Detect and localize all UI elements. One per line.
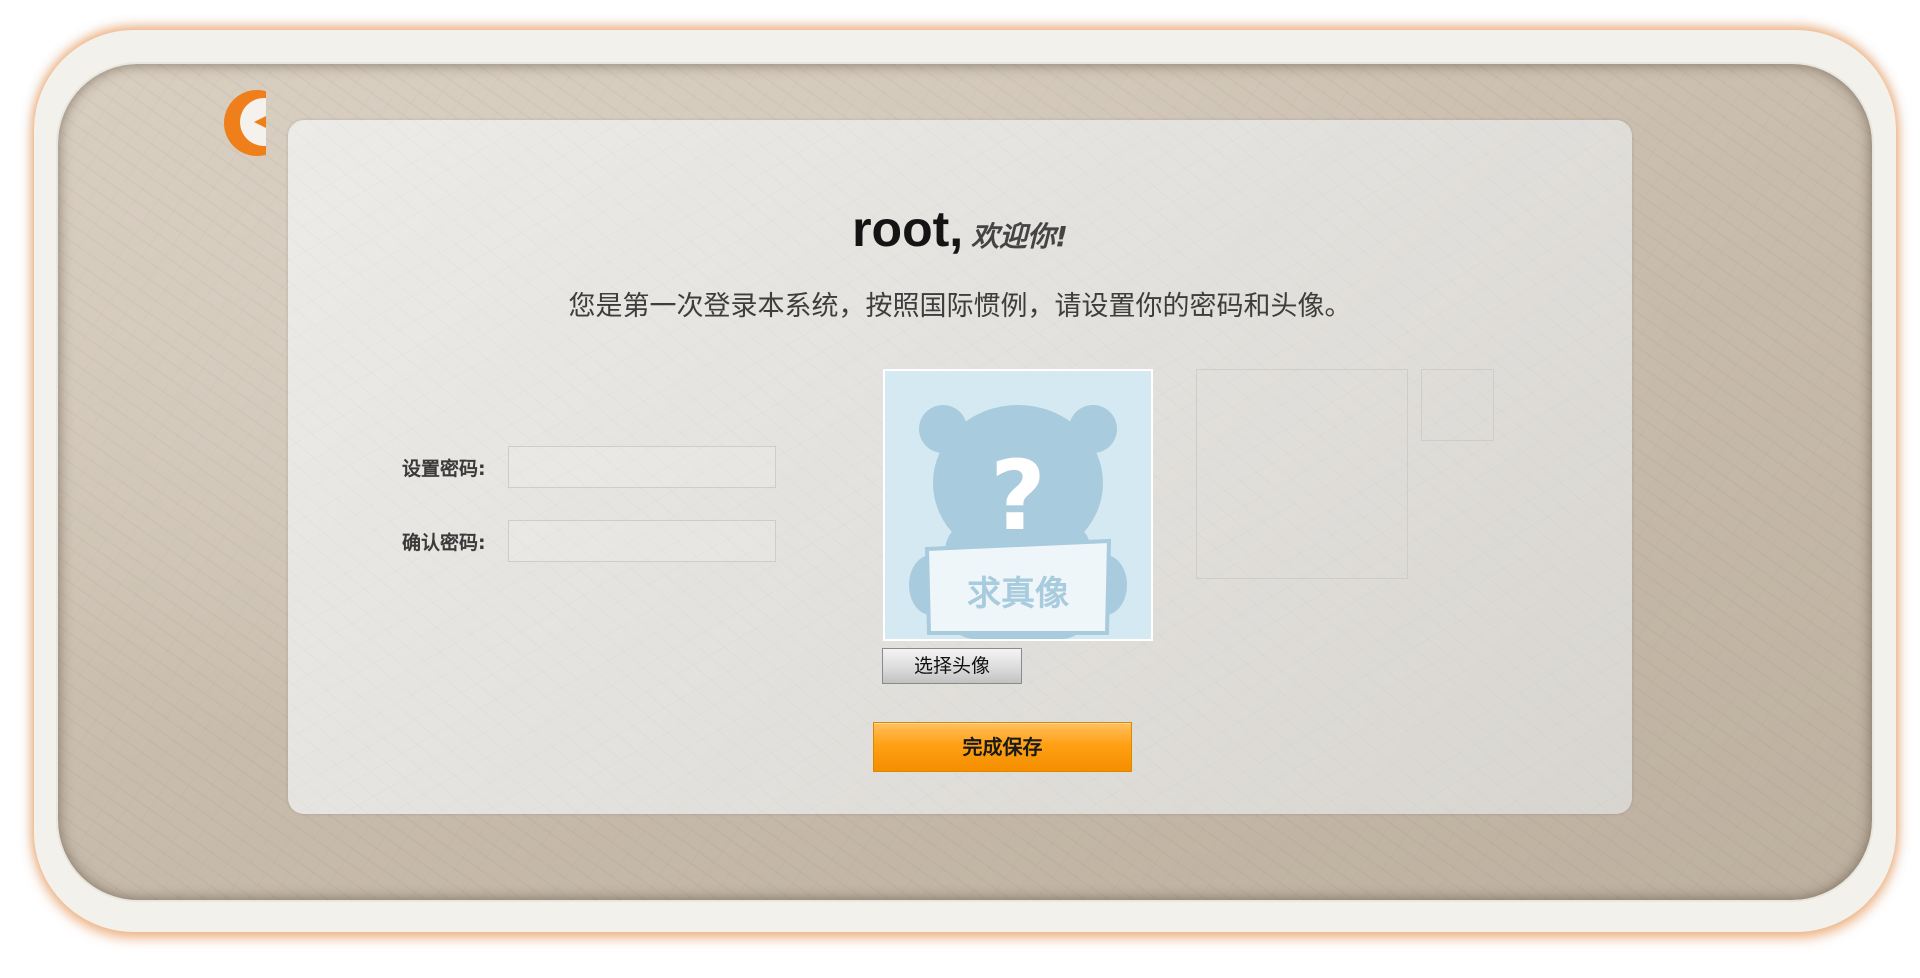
avatar-image: ? 求真像 xyxy=(883,369,1153,641)
username: root, xyxy=(852,201,964,257)
avatar-preview-small xyxy=(1421,369,1494,441)
svg-text:?: ? xyxy=(990,440,1046,552)
avatar-placeholder-text: 求真像 xyxy=(967,574,1069,614)
welcome-text: 欢迎你! xyxy=(971,220,1068,253)
bear-question-mark-icon: ? 求真像 xyxy=(885,371,1151,639)
avatar-preview-large xyxy=(1196,369,1408,579)
password-label: 设置密码: xyxy=(402,458,486,480)
confirm-password-input[interactable] xyxy=(508,520,776,562)
password-input[interactable] xyxy=(508,446,776,488)
instructions-text: 您是第一次登录本系统，按照国际惯例，请设置你的密码和头像。 xyxy=(568,291,1352,322)
save-button[interactable]: 完成保存 xyxy=(873,722,1132,772)
confirm-password-label: 确认密码: xyxy=(402,532,486,554)
welcome-heading: root, 欢迎你! xyxy=(0,200,1920,258)
logo-icon xyxy=(222,88,266,158)
choose-avatar-button[interactable]: 选择头像 xyxy=(882,648,1022,684)
